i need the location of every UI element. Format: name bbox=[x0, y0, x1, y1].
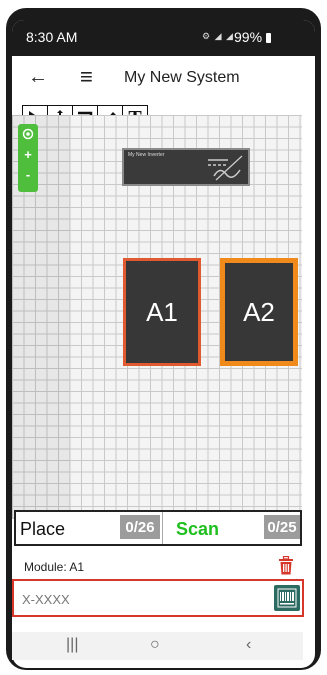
module-a2[interactable]: A2 bbox=[220, 258, 298, 366]
scan-count-badge: 0/25 bbox=[264, 515, 300, 539]
battery-indicator: 99% bbox=[234, 29, 272, 45]
serial-input[interactable] bbox=[20, 588, 264, 610]
selected-module-label: Module: A1 bbox=[24, 560, 85, 574]
app-bar: ← ≡ My New System bbox=[12, 56, 315, 100]
barcode-scan-button[interactable] bbox=[274, 585, 300, 611]
inverter-block[interactable]: My New Inverter bbox=[122, 148, 250, 186]
status-time: 8:30 AM bbox=[26, 29, 78, 45]
signal-icons: ⚙ ◢ ◢ bbox=[202, 31, 234, 41]
module-label-a1: A1 bbox=[146, 296, 178, 327]
place-label[interactable]: Place bbox=[20, 519, 65, 540]
home-icon[interactable]: ○ bbox=[150, 636, 160, 654]
recent-apps-icon[interactable]: ||| bbox=[66, 636, 78, 654]
recenter-button[interactable] bbox=[22, 124, 34, 144]
inverter-label: My New Inverter bbox=[128, 152, 165, 158]
zoom-out-button[interactable]: - bbox=[26, 164, 30, 184]
zoom-controls: + - bbox=[18, 124, 38, 192]
target-icon bbox=[22, 128, 34, 140]
delete-button[interactable] bbox=[278, 555, 294, 580]
place-scan-counter: Place 0/26 Scan 0/25 bbox=[14, 510, 302, 546]
zoom-in-button[interactable]: + bbox=[24, 144, 32, 164]
inverter-symbol-icon bbox=[208, 155, 243, 181]
battery-icon bbox=[266, 33, 272, 43]
counter-divider bbox=[162, 512, 163, 544]
module-a1[interactable]: A1 bbox=[123, 258, 201, 366]
battery-percent: 99% bbox=[234, 29, 263, 45]
hamburger-menu-icon[interactable]: ≡ bbox=[80, 64, 93, 90]
back-arrow-icon[interactable]: ← bbox=[28, 66, 48, 89]
trash-icon bbox=[279, 555, 293, 575]
serial-number-field bbox=[12, 579, 304, 617]
nav-back-icon[interactable]: ‹ bbox=[246, 636, 251, 654]
scan-label[interactable]: Scan bbox=[176, 519, 219, 540]
place-count-badge: 0/26 bbox=[120, 515, 160, 539]
page-title: My New System bbox=[124, 69, 240, 86]
status-bar: 8:30 AM ⚙ ◢ ◢ 99% bbox=[12, 20, 315, 56]
system-nav-bar: ||| ○ ‹ bbox=[12, 632, 303, 660]
barcode-icon bbox=[277, 588, 297, 608]
module-label-a2: A2 bbox=[243, 296, 275, 327]
